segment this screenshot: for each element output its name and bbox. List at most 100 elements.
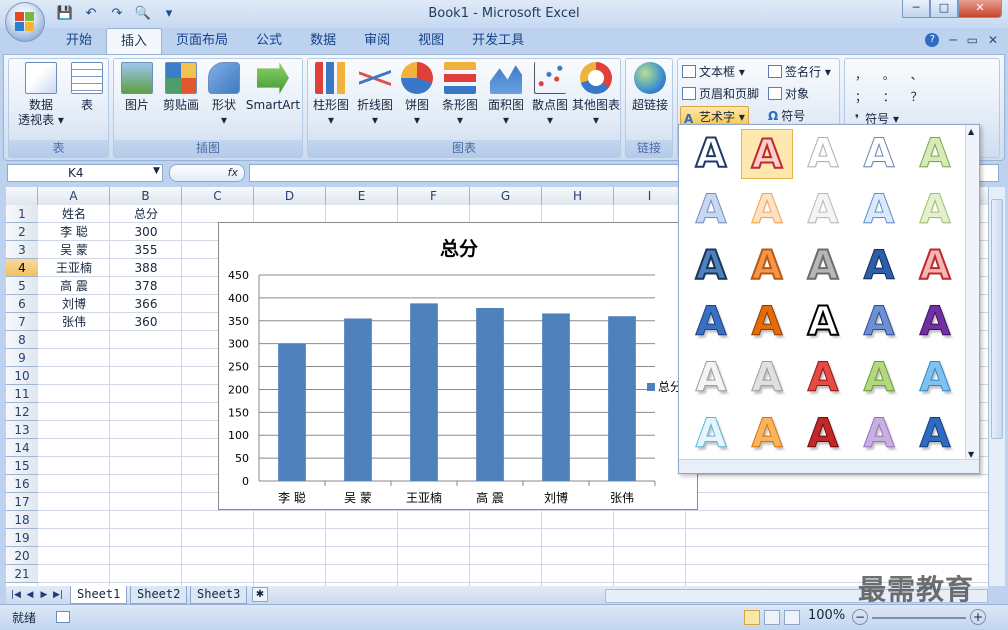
area-chart-button[interactable]: 面积图 ▾ xyxy=(484,62,528,128)
wordart-style-16[interactable]: A xyxy=(685,297,737,347)
sheet-tab-3[interactable]: Sheet3 xyxy=(190,586,248,604)
wordart-style-8[interactable]: A xyxy=(797,185,849,235)
chart-object[interactable]: 总分 0 50 100 150 200 250 300 350 400 450 李 聪 吴 蒙 王亚楠 高 … xyxy=(218,222,698,510)
row-header-16[interactable]: 16 xyxy=(6,475,38,493)
wordart-button[interactable]: A 艺术字 ▾ xyxy=(680,106,749,126)
help-icon[interactable]: ? xyxy=(925,33,940,47)
column-header-D[interactable]: D xyxy=(254,187,326,205)
gallery-scroll-down-icon[interactable]: ▼ xyxy=(968,450,974,459)
cell-A6[interactable]: 刘博 xyxy=(38,295,110,313)
gallery-resize-grip[interactable] xyxy=(679,459,979,473)
clipart-button[interactable]: 剪贴画 xyxy=(158,62,204,113)
cell-A1[interactable]: 姓名 xyxy=(38,205,110,223)
wordart-style-1[interactable]: A xyxy=(685,129,737,179)
column-header-G[interactable]: G xyxy=(470,187,542,205)
wordart-style-11[interactable]: A xyxy=(685,241,737,291)
bar-chart-button[interactable]: 条形图 ▾ xyxy=(438,62,482,128)
first-sheet-icon[interactable]: |◀ xyxy=(10,587,22,603)
tab-1[interactable]: 插入 xyxy=(106,28,163,54)
cell-A3[interactable]: 吴 蒙 xyxy=(38,241,110,259)
select-all-corner[interactable] xyxy=(6,187,38,205)
scroll-thumb[interactable] xyxy=(991,199,1003,439)
row-header-3[interactable]: 3 xyxy=(6,241,38,259)
wordart-style-19[interactable]: A xyxy=(853,297,905,347)
wordart-style-20[interactable]: A xyxy=(909,297,961,347)
wordart-style-15[interactable]: A xyxy=(909,241,961,291)
symbol-button[interactable]: Ω 符号 xyxy=(768,106,805,126)
prev-sheet-icon[interactable]: ◀ xyxy=(24,587,36,603)
tab-2[interactable]: 页面布局 xyxy=(162,28,242,54)
wordart-style-5[interactable]: A xyxy=(909,129,961,179)
cell-A2[interactable]: 李 聪 xyxy=(38,223,110,241)
next-sheet-icon[interactable]: ▶ xyxy=(38,587,50,603)
column-header-C[interactable]: C xyxy=(182,187,254,205)
row-header-4[interactable]: 4 xyxy=(6,259,38,277)
scatter-chart-button[interactable]: 散点图 ▾ xyxy=(528,62,572,128)
wordart-style-10[interactable]: A xyxy=(909,185,961,235)
tab-5[interactable]: 审阅 xyxy=(350,28,404,54)
office-button[interactable] xyxy=(5,2,45,42)
zoom-slider[interactable] xyxy=(872,617,966,619)
row-header-10[interactable]: 10 xyxy=(6,367,38,385)
tab-3[interactable]: 公式 xyxy=(242,28,296,54)
other-charts-button[interactable]: 其他图表 ▾ xyxy=(572,62,620,128)
object-button[interactable]: 对象 xyxy=(768,84,809,104)
cell-B2[interactable]: 300 xyxy=(110,223,182,241)
row-header-9[interactable]: 9 xyxy=(6,349,38,367)
row-header-6[interactable]: 6 xyxy=(6,295,38,313)
row-header-2[interactable]: 2 xyxy=(6,223,38,241)
wordart-style-23[interactable]: A xyxy=(797,353,849,403)
cell-B1[interactable]: 总分 xyxy=(110,205,182,223)
column-header-I[interactable]: I xyxy=(614,187,686,205)
cell-B4[interactable]: 388 xyxy=(110,259,182,277)
view-normal-icon[interactable] xyxy=(744,610,760,625)
sheet-tab-2[interactable]: Sheet2 xyxy=(130,586,188,604)
workbook-restore-button[interactable]: ▭ xyxy=(967,33,978,47)
line-chart-button[interactable]: 折线图 ▾ xyxy=(354,62,396,128)
row-header-15[interactable]: 15 xyxy=(6,457,38,475)
namebox-dropdown-icon[interactable]: ▼ xyxy=(153,166,160,176)
row-header-11[interactable]: 11 xyxy=(6,385,38,403)
cell-B6[interactable]: 366 xyxy=(110,295,182,313)
cell-A7[interactable]: 张伟 xyxy=(38,313,110,331)
row-header-5[interactable]: 5 xyxy=(6,277,38,295)
insert-sheet-icon[interactable]: ✱ xyxy=(252,587,268,602)
wordart-style-27[interactable]: A xyxy=(741,409,793,459)
row-header-8[interactable]: 8 xyxy=(6,331,38,349)
table-button[interactable]: 表 xyxy=(69,62,105,113)
wordart-style-28[interactable]: A xyxy=(797,409,849,459)
row-header-18[interactable]: 18 xyxy=(6,511,38,529)
cell-A4[interactable]: 王亚楠 xyxy=(38,259,110,277)
wordart-style-21[interactable]: A xyxy=(685,353,737,403)
row-header-17[interactable]: 17 xyxy=(6,493,38,511)
tab-6[interactable]: 视图 xyxy=(404,28,458,54)
view-page-break-icon[interactable] xyxy=(784,610,800,625)
column-chart-button[interactable]: 柱形图 ▾ xyxy=(310,62,352,128)
workbook-close-button[interactable]: ✕ xyxy=(988,33,998,47)
shapes-button[interactable]: 形状 ▾ xyxy=(206,62,242,128)
row-header-1[interactable]: 1 xyxy=(6,205,38,223)
wordart-style-14[interactable]: A xyxy=(853,241,905,291)
minimize-button[interactable]: ─ xyxy=(902,0,930,18)
cell-B3[interactable]: 355 xyxy=(110,241,182,259)
signature-line-button[interactable]: 签名行 ▾ xyxy=(768,62,831,82)
wordart-style-12[interactable]: A xyxy=(741,241,793,291)
cell-A5[interactable]: 高 震 xyxy=(38,277,110,295)
sheet-tab-1[interactable]: Sheet1 xyxy=(70,586,128,604)
picture-button[interactable]: 图片 xyxy=(118,62,156,113)
vertical-scrollbar[interactable] xyxy=(988,187,1005,586)
hyperlink-button[interactable]: 超链接 xyxy=(628,62,672,113)
gallery-scroll-up-icon[interactable]: ▲ xyxy=(968,127,974,136)
wordart-style-6[interactable]: A xyxy=(685,185,737,235)
tab-4[interactable]: 数据 xyxy=(296,28,350,54)
wordart-style-29[interactable]: A xyxy=(853,409,905,459)
cell-B7[interactable]: 360 xyxy=(110,313,182,331)
textbox-button[interactable]: 文本框 ▾ xyxy=(682,62,745,82)
wordart-style-9[interactable]: A xyxy=(853,185,905,235)
wordart-style-13[interactable]: A xyxy=(797,241,849,291)
smartart-button[interactable]: SmartArt xyxy=(244,62,302,113)
column-header-H[interactable]: H xyxy=(542,187,614,205)
insert-function-button[interactable]: fx xyxy=(169,164,245,182)
pie-chart-button[interactable]: 饼图 ▾ xyxy=(398,62,436,128)
punctuation-row-1[interactable]: ， 。 、 xyxy=(855,65,929,85)
